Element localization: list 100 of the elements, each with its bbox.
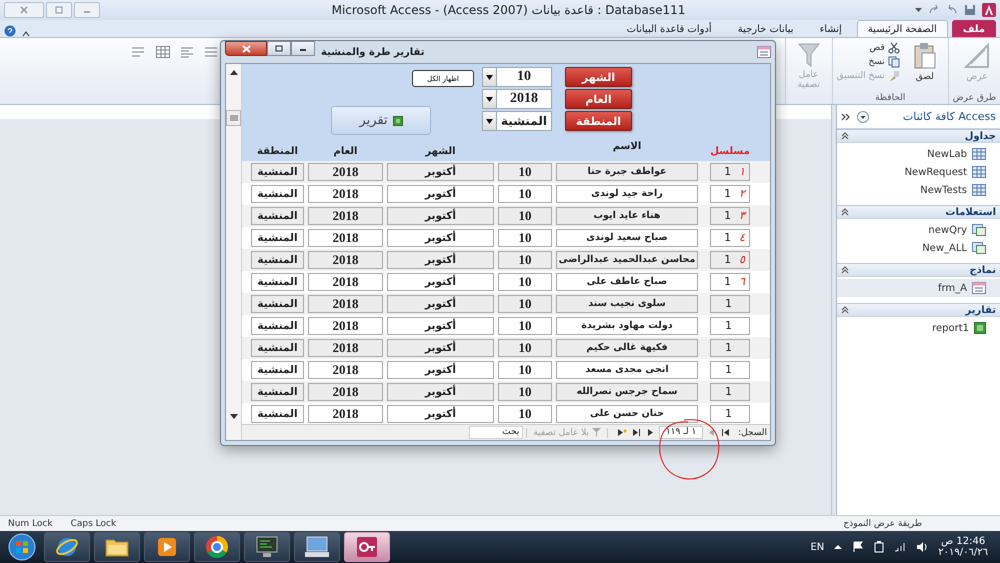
- filter-button[interactable]: العام: [565, 89, 632, 109]
- flag-icon[interactable]: [852, 541, 864, 553]
- month-number-field[interactable]: 10: [498, 163, 552, 181]
- save-icon[interactable]: [964, 4, 976, 16]
- name-field[interactable]: دولت مهاود بشريدة: [556, 317, 698, 335]
- ribbon-button[interactable]: لصق: [906, 40, 944, 84]
- ribbon-tab[interactable]: بيانات خارجية: [726, 20, 805, 37]
- ribbon-tab[interactable]: ملف: [952, 20, 996, 37]
- year-field[interactable]: 2018: [308, 361, 383, 379]
- year-field[interactable]: 2018: [308, 405, 383, 423]
- combo-box[interactable]: 10: [482, 67, 552, 87]
- close-button[interactable]: [225, 41, 267, 56]
- taskbar-button[interactable]: [94, 532, 140, 562]
- ribbon-button[interactable]: نسخ: [836, 56, 900, 68]
- serial-field[interactable]: 1: [710, 339, 750, 357]
- object-item[interactable]: New_ALL: [837, 239, 1000, 257]
- scroll-up-arrow-icon[interactable]: [230, 70, 238, 74]
- region-field[interactable]: المنشية: [251, 339, 304, 357]
- object-item[interactable]: NewLab: [837, 145, 1000, 163]
- month-field[interactable]: أكتوبر: [387, 361, 494, 379]
- region-field[interactable]: المنشية: [251, 251, 304, 269]
- group-header[interactable]: تقارير: [837, 303, 1000, 317]
- region-field[interactable]: المنشية: [251, 361, 304, 379]
- name-field[interactable]: راحة جيد لوندى: [556, 185, 698, 203]
- month-number-field[interactable]: 10: [498, 317, 552, 335]
- filter-button[interactable]: المنطقة: [565, 111, 632, 131]
- minimize-button[interactable]: [291, 41, 315, 56]
- search-field[interactable]: بحث: [469, 426, 524, 439]
- name-field[interactable]: انجى مجدى مسعد: [556, 361, 698, 379]
- restore-button[interactable]: [267, 41, 291, 56]
- filter-button[interactable]: الشهر: [565, 67, 632, 87]
- month-field[interactable]: أكتوبر: [387, 317, 494, 335]
- combo-box[interactable]: المنشية: [482, 111, 552, 131]
- caret-up-icon[interactable]: [834, 544, 842, 550]
- region-field[interactable]: المنشية: [251, 163, 304, 181]
- month-field[interactable]: أكتوبر: [387, 163, 494, 181]
- month-field[interactable]: أكتوبر: [387, 185, 494, 203]
- name-field[interactable]: صباح سعيد لوندى: [556, 229, 698, 247]
- region-field[interactable]: المنشية: [251, 317, 304, 335]
- scrollbar[interactable]: [226, 64, 242, 440]
- record-number-field[interactable]: ١ لـ ١١٩: [659, 426, 704, 439]
- object-item[interactable]: NewRequest: [837, 163, 1000, 181]
- undo-icon[interactable]: [946, 4, 958, 16]
- month-number-field[interactable]: 10: [498, 207, 552, 225]
- report-button[interactable]: تقرير: [331, 106, 431, 135]
- month-number-field[interactable]: 10: [498, 229, 552, 247]
- object-item[interactable]: newQry: [837, 221, 1000, 239]
- redo-icon[interactable]: [928, 4, 940, 16]
- group-header[interactable]: نماذج: [837, 263, 1000, 277]
- new-record-button[interactable]: [617, 426, 628, 439]
- name-field[interactable]: صباح عاطف على: [556, 273, 698, 291]
- month-number-field[interactable]: 10: [498, 339, 552, 357]
- serial-field[interactable]: 1: [710, 383, 750, 401]
- year-field[interactable]: 2018: [308, 339, 383, 357]
- taskbar-button[interactable]: [344, 532, 390, 562]
- taskbar-button[interactable]: [44, 532, 90, 562]
- year-field[interactable]: 2018: [308, 251, 383, 269]
- month-field[interactable]: أكتوبر: [387, 339, 494, 357]
- region-field[interactable]: المنشية: [251, 295, 304, 313]
- year-field[interactable]: 2018: [308, 295, 383, 313]
- month-number-field[interactable]: 10: [498, 251, 552, 269]
- first-record-button[interactable]: [720, 426, 732, 439]
- month-number-field[interactable]: 10: [498, 273, 552, 291]
- ribbon-tab[interactable]: أدوات قاعدة البيانات: [616, 20, 723, 37]
- taskbar-button[interactable]: [244, 532, 290, 562]
- collapse-pane-icon[interactable]: [841, 112, 851, 120]
- region-field[interactable]: المنشية: [251, 229, 304, 247]
- name-field[interactable]: محاسن عبدالحميد عبدالراضى: [556, 251, 698, 269]
- clock[interactable]: 12:46 ص ٢٠١٩/٠٦/٢٦: [938, 536, 996, 558]
- last-record-button[interactable]: [631, 426, 642, 439]
- month-field[interactable]: أكتوبر: [387, 405, 494, 423]
- ribbon-tab[interactable]: الصفحة الرئيسية: [856, 20, 948, 37]
- region-field[interactable]: المنشية: [251, 207, 304, 225]
- month-field[interactable]: أكتوبر: [387, 207, 494, 225]
- taskbar-button[interactable]: [194, 532, 240, 562]
- serial-field[interactable]: 1: [710, 317, 750, 335]
- month-field[interactable]: أكتوبر: [387, 273, 494, 291]
- year-field[interactable]: 2018: [308, 317, 383, 335]
- month-field[interactable]: أكتوبر: [387, 295, 494, 313]
- serial-field[interactable]: 1: [710, 295, 750, 313]
- serial-field[interactable]: 1: [710, 405, 750, 423]
- language-indicator[interactable]: EN: [810, 542, 824, 552]
- help-icon[interactable]: [4, 25, 16, 37]
- name-field[interactable]: عواطف جبرة حنا: [556, 163, 698, 181]
- signal-icon[interactable]: [894, 542, 906, 552]
- object-item[interactable]: report1: [837, 319, 1000, 337]
- name-field[interactable]: سلوى نجيب سند: [556, 295, 698, 313]
- caret-up-icon[interactable]: [22, 31, 30, 37]
- ribbon-tab[interactable]: إنشاء: [808, 20, 853, 37]
- region-field[interactable]: المنشية: [251, 405, 304, 423]
- year-field[interactable]: 2018: [308, 207, 383, 225]
- month-number-field[interactable]: 10: [498, 361, 552, 379]
- combo-box[interactable]: 2018: [482, 89, 552, 109]
- speaker-icon[interactable]: [916, 541, 928, 553]
- month-field[interactable]: أكتوبر: [387, 229, 494, 247]
- year-field[interactable]: 2018: [308, 163, 383, 181]
- group-header[interactable]: جداول: [837, 129, 1000, 143]
- month-field[interactable]: أكتوبر: [387, 251, 494, 269]
- dropdown-circle-icon[interactable]: [857, 110, 869, 122]
- name-field[interactable]: فكيهة غالى حكيم: [556, 339, 698, 357]
